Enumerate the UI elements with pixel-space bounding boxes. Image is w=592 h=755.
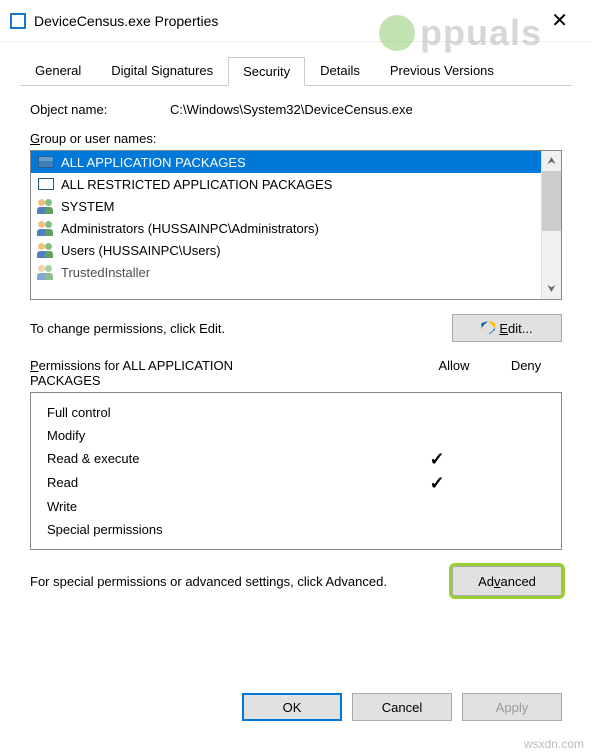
list-item[interactable]: Users (HUSSAINPC\Users) — [31, 239, 541, 261]
tab-previous-versions[interactable]: Previous Versions — [375, 56, 509, 85]
allow-column-header: Allow — [418, 358, 490, 388]
group-list-label: Group or user names: — [30, 131, 562, 146]
object-name-value: C:\Windows\System32\DeviceCensus.exe — [170, 102, 413, 117]
users-icon — [37, 220, 55, 236]
perm-row: Write — [47, 495, 545, 518]
allow-checkmark-icon: ✓ — [401, 451, 473, 467]
perm-row: Full control — [47, 401, 545, 424]
deny-cell — [473, 499, 545, 514]
deny-column-header: Deny — [490, 358, 562, 388]
edit-button[interactable]: Edit... — [452, 314, 562, 342]
scroll-down-icon[interactable]: ⮟ — [542, 279, 561, 299]
tab-general[interactable]: General — [20, 56, 96, 85]
list-item[interactable]: Administrators (HUSSAINPC\Administrators… — [31, 217, 541, 239]
group-listbox[interactable]: ALL APPLICATION PACKAGES ALL RESTRICTED … — [30, 150, 562, 300]
list-item[interactable]: ALL APPLICATION PACKAGES — [31, 151, 541, 173]
allow-cell — [401, 428, 473, 443]
allow-cell — [401, 499, 473, 514]
tab-details[interactable]: Details — [305, 56, 375, 85]
users-icon — [37, 198, 55, 214]
permissions-table: Full control Modify Read & execute ✓ Rea… — [30, 392, 562, 550]
package-outline-icon — [37, 176, 55, 192]
list-item[interactable]: TrustedInstaller — [31, 261, 541, 283]
list-item[interactable]: SYSTEM — [31, 195, 541, 217]
window-title: DeviceCensus.exe Properties — [34, 13, 218, 29]
deny-cell — [473, 522, 545, 537]
deny-cell — [473, 475, 545, 491]
scroll-track[interactable] — [542, 171, 561, 279]
perm-row: Modify — [47, 424, 545, 447]
apply-button: Apply — [462, 693, 562, 721]
edit-hint: To change permissions, click Edit. — [30, 321, 225, 336]
scrollbar[interactable]: ⮝ ⮟ — [541, 151, 561, 299]
package-icon — [37, 154, 55, 170]
deny-cell — [473, 405, 545, 420]
allow-checkmark-icon: ✓ — [401, 475, 473, 491]
advanced-hint: For special permissions or advanced sett… — [30, 574, 452, 589]
perm-row: Special permissions — [47, 518, 545, 541]
advanced-button[interactable]: Advanced — [452, 566, 562, 596]
object-name-label: Object name: — [30, 102, 170, 117]
tab-strip: General Digital Signatures Security Deta… — [20, 56, 572, 86]
app-icon — [10, 13, 26, 29]
permissions-label: Permissions for ALL APPLICATIONPACKAGES — [30, 358, 418, 388]
users-icon — [37, 242, 55, 258]
allow-cell — [401, 405, 473, 420]
close-button[interactable]: ✕ — [537, 8, 582, 33]
tab-digital-signatures[interactable]: Digital Signatures — [96, 56, 228, 85]
source-watermark: wsxdn.com — [524, 737, 584, 751]
list-item[interactable]: ALL RESTRICTED APPLICATION PACKAGES — [31, 173, 541, 195]
user-icon — [37, 264, 55, 280]
shield-icon — [481, 321, 495, 335]
scroll-thumb[interactable] — [542, 171, 561, 231]
ok-button[interactable]: OK — [242, 693, 342, 721]
scroll-up-icon[interactable]: ⮝ — [542, 151, 561, 171]
deny-cell — [473, 451, 545, 467]
allow-cell — [401, 522, 473, 537]
perm-row: Read ✓ — [47, 471, 545, 495]
deny-cell — [473, 428, 545, 443]
tab-security[interactable]: Security — [228, 57, 305, 86]
cancel-button[interactable]: Cancel — [352, 693, 452, 721]
titlebar: DeviceCensus.exe Properties ✕ — [0, 0, 592, 42]
perm-row: Read & execute ✓ — [47, 447, 545, 471]
dialog-footer: OK Cancel Apply — [242, 693, 562, 721]
